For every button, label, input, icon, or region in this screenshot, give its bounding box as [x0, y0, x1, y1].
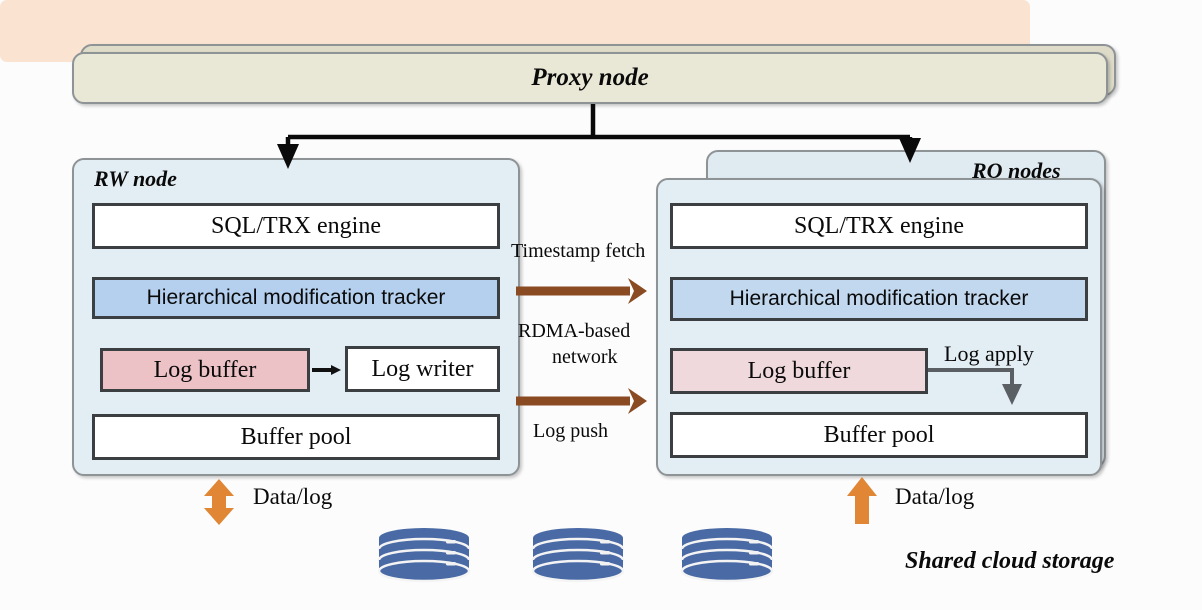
rw-log-writer-box[interactable]: Log writer: [345, 346, 500, 392]
ro-sql-trx-engine-box[interactable]: SQL/TRX engine: [670, 203, 1088, 249]
proxy-node-label: Proxy node: [531, 64, 649, 91]
rdma-network-label-line1: RDMA-based: [518, 320, 631, 342]
ro-log-buffer-label: Log buffer: [747, 357, 851, 384]
ro-data-log-label: Data/log: [895, 484, 975, 509]
ro-log-apply-label: Log apply: [944, 341, 1034, 366]
storage-cylinder-2: [531, 528, 625, 583]
rw-data-log-label: Data/log: [253, 484, 333, 509]
architecture-diagram: Proxy node RW node SQL/TRX engine Hierar…: [0, 0, 1202, 610]
ro-hierarchical-modification-tracker-box[interactable]: Hierarchical modification tracker: [670, 277, 1088, 321]
rw-log-buffer-label: Log buffer: [153, 356, 257, 383]
storage-cylinder-3: [680, 528, 774, 583]
proxy-to-nodes-connector: [277, 104, 921, 169]
rw-log-buffer-box[interactable]: Log buffer: [100, 348, 310, 392]
timestamp-fetch-label: Timestamp fetch: [511, 240, 646, 262]
ro-log-buffer-box[interactable]: Log buffer: [670, 348, 928, 394]
ro-hierarchical-modification-tracker-label: Hierarchical modification tracker: [729, 287, 1029, 310]
log-push-label: Log push: [533, 420, 608, 442]
ro-buffer-pool-label: Buffer pool: [823, 421, 935, 448]
rw-node-title: RW node: [94, 166, 177, 191]
ro-sql-trx-engine-label: SQL/TRX engine: [794, 212, 964, 239]
rw-sql-trx-engine-label: SQL/TRX engine: [211, 212, 381, 239]
shared-cloud-storage-label: Shared cloud storage: [905, 548, 1115, 574]
rw-hierarchical-modification-tracker-box[interactable]: Hierarchical modification tracker: [92, 277, 500, 319]
rw-log-writer-label: Log writer: [371, 355, 474, 382]
rw-data-log-arrow: [204, 479, 234, 525]
storage-cylinder-1: [377, 528, 471, 583]
rw-hierarchical-modification-tracker-label: Hierarchical modification tracker: [146, 286, 446, 309]
ro-buffer-pool-box[interactable]: Buffer pool: [670, 412, 1088, 458]
rw-sql-trx-engine-box[interactable]: SQL/TRX engine: [92, 203, 500, 249]
rw-buffer-pool-box[interactable]: Buffer pool: [92, 414, 500, 460]
ro-data-log-arrow: [847, 477, 877, 524]
rw-buffer-pool-label: Buffer pool: [240, 423, 352, 450]
rdma-network-label-line2: network: [552, 346, 618, 368]
